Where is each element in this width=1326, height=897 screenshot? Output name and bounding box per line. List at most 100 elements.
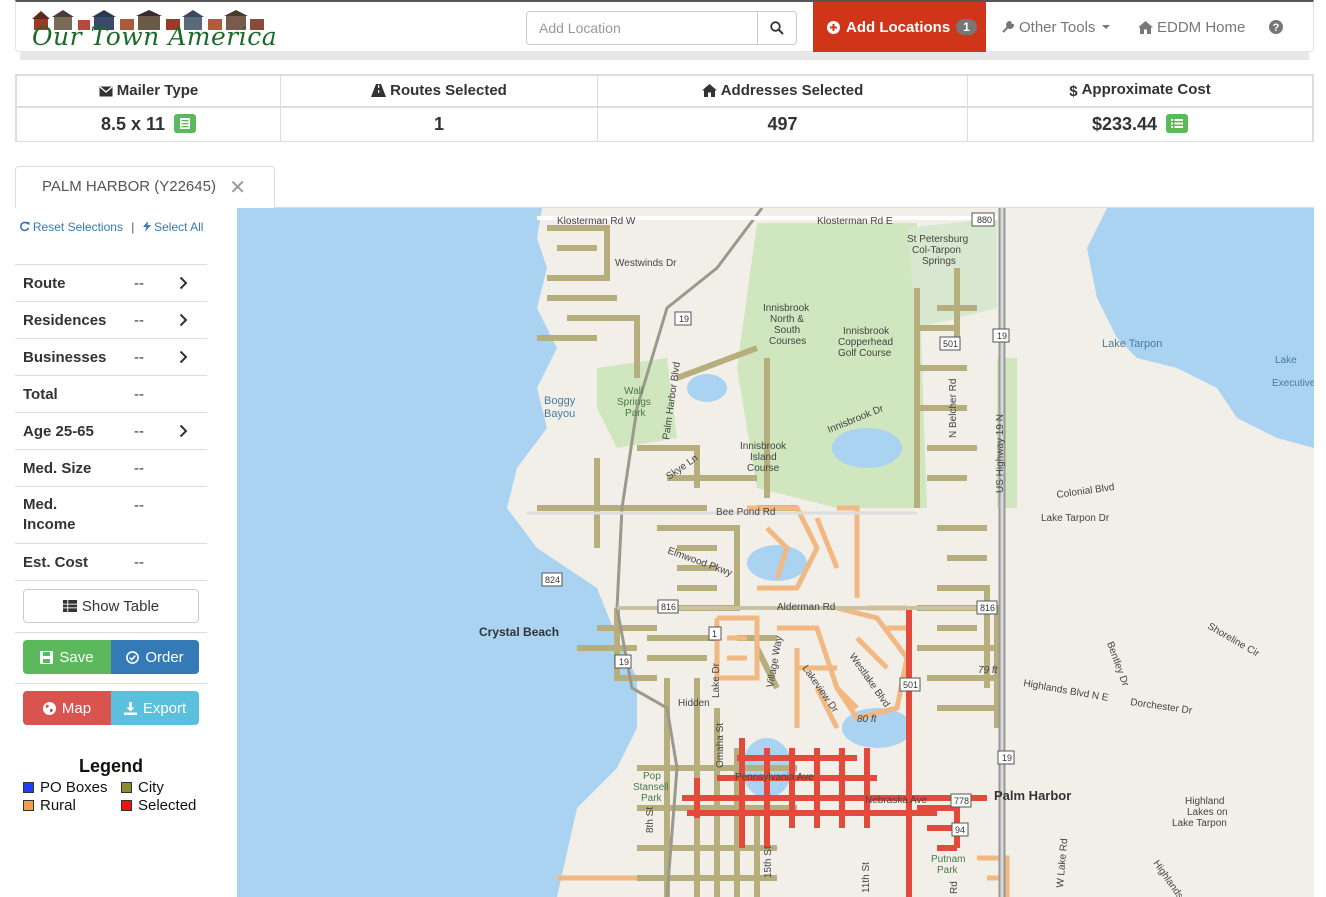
map-label: Village Way — [765, 635, 785, 688]
mailer-type-cell: 8.5 x 11 — [16, 106, 281, 142]
shield-label: 824 — [545, 575, 560, 585]
map-label: Park — [937, 865, 959, 876]
routes-selected-header: Routes Selected — [280, 75, 598, 108]
order-button[interactable]: Order — [111, 640, 199, 674]
shield-label: 816 — [661, 602, 676, 612]
map-legend: Legend PO Boxes City Rural Selected — [23, 756, 199, 814]
map-label: St Petersburg — [907, 234, 968, 245]
city-swatch — [121, 781, 132, 793]
reset-selections-link[interactable]: Reset Selections — [19, 220, 127, 234]
search-button[interactable] — [757, 11, 797, 45]
residences-value: -- — [134, 312, 144, 329]
map-label: Lakeview Dr — [800, 663, 841, 715]
save-button[interactable]: Save — [23, 640, 111, 674]
chevron-right-icon[interactable] — [179, 350, 188, 364]
residences-row[interactable]: Residences -- — [15, 302, 207, 339]
selection-links: Reset Selections | Select All — [15, 208, 207, 265]
dollar-icon: $ — [1069, 83, 1078, 101]
med-income-row: Med. Income -- — [15, 487, 207, 544]
map-label: Palm Harbor — [994, 788, 1071, 803]
med-income-label: Med. Income — [23, 496, 76, 533]
med-size-value: -- — [134, 460, 144, 477]
businesses-row[interactable]: Businesses -- — [15, 339, 207, 376]
list-icon — [1171, 118, 1184, 128]
logo-text: Our Town America — [32, 22, 278, 51]
map-label: Col-Tarpon — [912, 245, 961, 256]
chevron-right-icon[interactable] — [179, 276, 188, 290]
mailer-type-value: 8.5 x 11 — [100, 113, 166, 134]
shield-label: 501 — [903, 680, 918, 690]
logo[interactable]: Our Town America — [30, 10, 277, 51]
rural-swatch — [23, 799, 34, 811]
map-label: Innisbrook — [740, 441, 787, 452]
cost-details-button[interactable] — [1166, 113, 1189, 133]
eddm-home-link[interactable]: EDDM Home — [1138, 2, 1245, 52]
bolt-icon — [142, 221, 151, 232]
show-table-button[interactable]: Show Table — [23, 589, 199, 623]
est-cost-value: -- — [134, 554, 144, 571]
plus-circle-icon — [827, 20, 840, 34]
map-export-group: Map Export — [23, 691, 199, 725]
map-label: Golf Course — [838, 348, 892, 359]
other-tools-label: Other Tools — [1019, 18, 1096, 36]
map-label: US Highway 19 N — [995, 414, 1006, 493]
sidebar: Reset Selections | Select All Route -- R… — [15, 208, 207, 814]
chevron-right-icon[interactable] — [179, 313, 188, 327]
age-label: Age 25-65 — [23, 423, 94, 440]
select-all-link[interactable]: Select All — [139, 220, 203, 234]
map-label: Highlands Blvd — [1151, 858, 1198, 897]
separator: | — [131, 220, 135, 234]
legend-item-selected: Selected — [121, 796, 199, 814]
refresh-icon — [19, 221, 30, 232]
shield-label: 94 — [955, 825, 965, 835]
question-circle-icon: ? — [1269, 20, 1283, 34]
map-label: Courses — [769, 336, 806, 347]
approx-cost-label: Approximate Cost — [1081, 81, 1211, 99]
route-label: Route — [23, 275, 66, 292]
map-label: Stansell — [633, 782, 669, 793]
add-locations-button[interactable]: Add Locations 1 — [813, 2, 986, 52]
map-button[interactable]: Map — [23, 691, 111, 725]
export-label: Export — [142, 699, 187, 717]
help-button[interactable]: ? — [1269, 2, 1287, 52]
globe-icon — [42, 701, 56, 715]
legend-label: PO Boxes — [40, 778, 108, 796]
map-label: Alderman Rd — [777, 602, 835, 613]
mailer-type-header: Mailer Type — [16, 75, 281, 108]
map-label: Lake Tarpon — [1102, 338, 1162, 350]
map-label: Pennsylvania Ave — [735, 772, 814, 783]
reset-selections-label: Reset Selections — [32, 220, 123, 234]
map-label: Wall — [624, 386, 643, 397]
route-map[interactable]: Klosterman Rd W Klosterman Rd E St Peter… — [237, 208, 1314, 897]
map-label: Putnam — [931, 854, 965, 865]
map-canvas[interactable]: Klosterman Rd W Klosterman Rd E St Peter… — [237, 208, 1314, 897]
export-button[interactable]: Export — [111, 691, 199, 725]
add-locations-label: Add Locations — [846, 18, 951, 36]
map-label: Copperhead — [838, 337, 893, 348]
map-label: Lake Tarpon Dr — [1041, 513, 1110, 524]
caret-down-icon — [1102, 25, 1111, 29]
approx-cost-header: $ Approximate Cost — [967, 75, 1313, 108]
location-search-input[interactable] — [526, 11, 758, 45]
shield-label: 778 — [954, 796, 969, 806]
map-label: Innisbrook — [843, 326, 890, 337]
other-tools-dropdown[interactable]: Other Tools — [1001, 2, 1115, 52]
age-row[interactable]: Age 25-65 -- — [15, 413, 207, 450]
route-row[interactable]: Route -- — [15, 265, 207, 302]
businesses-label: Businesses — [23, 349, 107, 366]
floppy-disk-icon — [40, 650, 54, 664]
map-label: Park — [641, 793, 663, 804]
age-value: -- — [134, 423, 144, 440]
shield-label: 1 — [712, 629, 717, 639]
svg-text:?: ? — [1273, 22, 1280, 34]
tab-close-icon[interactable]: ✕ — [229, 175, 246, 200]
legend-title: Legend — [78, 756, 143, 776]
chevron-right-icon[interactable] — [179, 424, 188, 438]
map-label: Island — [750, 452, 777, 463]
tab-palm-harbor[interactable]: PALM HARBOR (Y22645) ✕ — [15, 166, 275, 208]
lake-tarpon-water — [1087, 208, 1314, 448]
map-label: Executive — [1272, 378, 1314, 389]
map-label: 15th St — [763, 846, 774, 878]
mailer-type-edit-button[interactable] — [174, 113, 197, 133]
addresses-selected-header: Addresses Selected — [597, 75, 968, 108]
